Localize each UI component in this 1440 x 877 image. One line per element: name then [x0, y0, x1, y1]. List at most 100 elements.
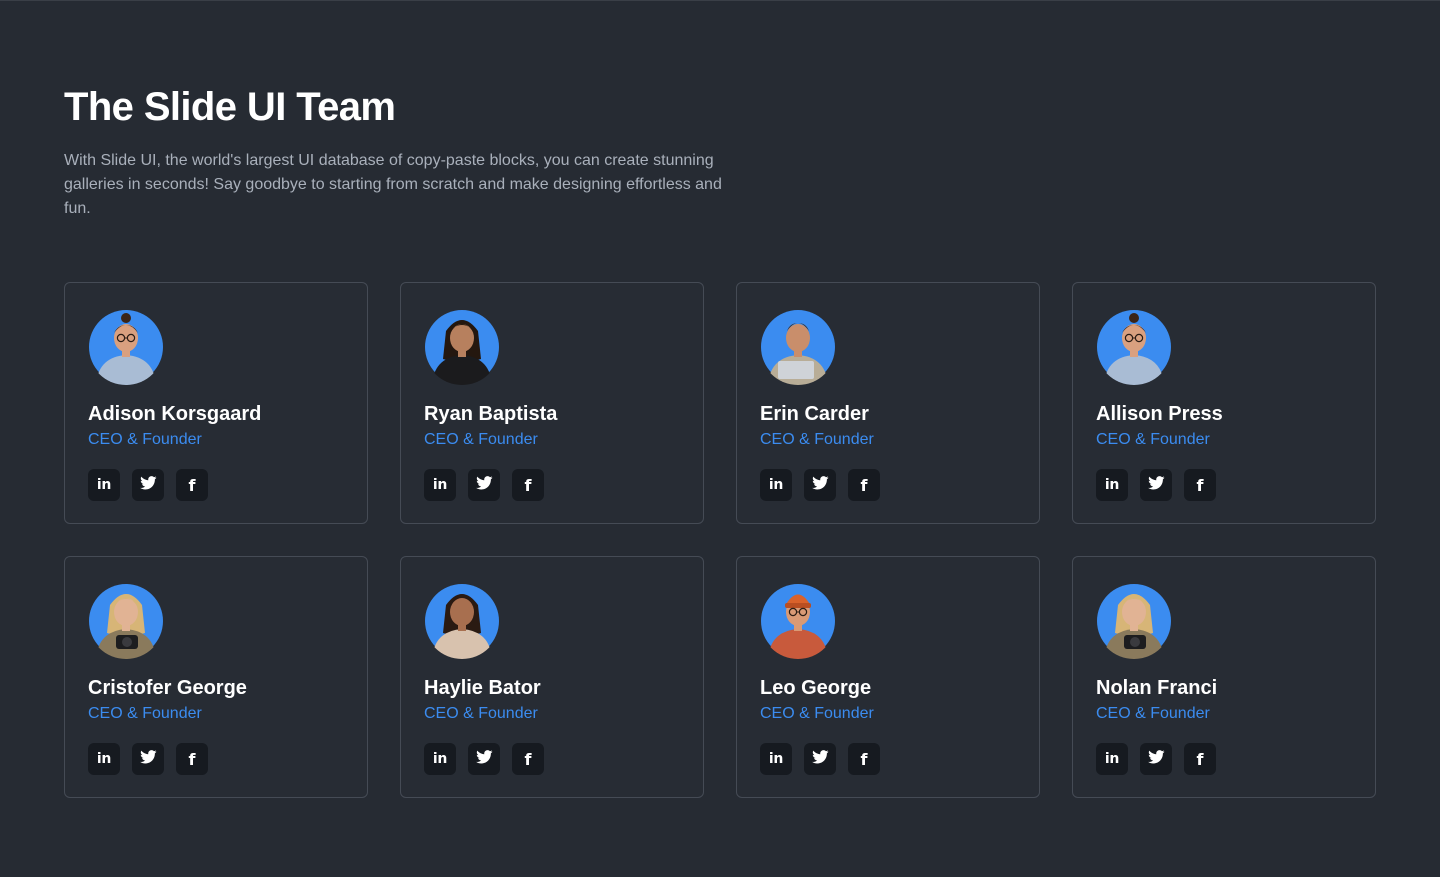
- facebook-button[interactable]: f: [1184, 743, 1216, 775]
- twitter-icon: [1147, 749, 1165, 769]
- facebook-icon: f: [1196, 749, 1204, 769]
- facebook-button[interactable]: f: [1184, 469, 1216, 501]
- linkedin-icon: in: [1104, 477, 1120, 493]
- social-links: in f: [88, 743, 344, 775]
- page-title: The Slide UI Team: [64, 85, 396, 129]
- linkedin-icon: in: [96, 477, 112, 493]
- member-card: Haylie Bator CEO & Founder in f: [400, 556, 704, 798]
- avatar-image: [1097, 310, 1171, 385]
- member-card: Ryan Baptista CEO & Founder in f: [400, 282, 704, 524]
- facebook-button[interactable]: f: [848, 743, 880, 775]
- linkedin-button[interactable]: in: [88, 743, 120, 775]
- avatar: [1096, 579, 1172, 659]
- avatar-image: [761, 584, 835, 659]
- team-grid: Adison Korsgaard CEO & Founder in f Ryan…: [64, 282, 1376, 798]
- social-links: in f: [424, 469, 680, 501]
- facebook-icon: f: [524, 749, 532, 769]
- member-name: Adison Korsgaard: [88, 403, 262, 425]
- team-page: The Slide UI Team With Slide UI, the wor…: [0, 0, 1440, 877]
- member-role: CEO & Founder: [424, 705, 538, 722]
- twitter-button[interactable]: [468, 469, 500, 501]
- avatar: [424, 579, 500, 659]
- avatar-image: [761, 310, 835, 385]
- twitter-icon: [475, 475, 493, 495]
- twitter-icon: [1147, 475, 1165, 495]
- member-role: CEO & Founder: [88, 705, 202, 722]
- facebook-button[interactable]: f: [176, 469, 208, 501]
- facebook-icon: f: [860, 475, 868, 495]
- member-name: Leo George: [760, 677, 872, 699]
- linkedin-icon: in: [432, 751, 448, 767]
- twitter-icon: [811, 749, 829, 769]
- member-card: Nolan Franci CEO & Founder in f: [1072, 556, 1376, 798]
- avatar: [760, 305, 836, 385]
- twitter-button[interactable]: [468, 743, 500, 775]
- linkedin-button[interactable]: in: [424, 743, 456, 775]
- member-card: Leo George CEO & Founder in f: [736, 556, 1040, 798]
- member-name: Haylie Bator: [424, 677, 541, 699]
- twitter-button[interactable]: [804, 469, 836, 501]
- member-card: Erin Carder CEO & Founder in f: [736, 282, 1040, 524]
- social-links: in f: [424, 743, 680, 775]
- linkedin-icon: in: [768, 477, 784, 493]
- facebook-icon: f: [524, 475, 532, 495]
- twitter-button[interactable]: [132, 743, 164, 775]
- linkedin-icon: in: [96, 751, 112, 767]
- twitter-button[interactable]: [1140, 743, 1172, 775]
- linkedin-button[interactable]: in: [760, 743, 792, 775]
- member-card: Allison Press CEO & Founder in f: [1072, 282, 1376, 524]
- linkedin-button[interactable]: in: [1096, 469, 1128, 501]
- member-name: Cristofer George: [88, 677, 247, 699]
- avatar-image: [425, 310, 499, 385]
- member-role: CEO & Founder: [1096, 431, 1210, 448]
- linkedin-button[interactable]: in: [1096, 743, 1128, 775]
- member-card: Cristofer George CEO & Founder in f: [64, 556, 368, 798]
- facebook-button[interactable]: f: [176, 743, 208, 775]
- member-role: CEO & Founder: [760, 431, 874, 448]
- member-name: Allison Press: [1096, 403, 1223, 425]
- avatar: [88, 579, 164, 659]
- social-links: in f: [1096, 469, 1352, 501]
- twitter-button[interactable]: [804, 743, 836, 775]
- linkedin-icon: in: [768, 751, 784, 767]
- member-role: CEO & Founder: [760, 705, 874, 722]
- member-name: Erin Carder: [760, 403, 869, 425]
- avatar: [1096, 305, 1172, 385]
- social-links: in f: [1096, 743, 1352, 775]
- member-card: Adison Korsgaard CEO & Founder in f: [64, 282, 368, 524]
- facebook-button[interactable]: f: [512, 743, 544, 775]
- avatar: [760, 579, 836, 659]
- linkedin-icon: in: [432, 477, 448, 493]
- linkedin-button[interactable]: in: [760, 469, 792, 501]
- avatar-image: [425, 584, 499, 659]
- social-links: in f: [88, 469, 344, 501]
- member-name: Ryan Baptista: [424, 403, 558, 425]
- twitter-button[interactable]: [132, 469, 164, 501]
- facebook-icon: f: [188, 475, 196, 495]
- team-header: The Slide UI Team With Slide UI, the wor…: [64, 83, 724, 221]
- avatar: [424, 305, 500, 385]
- linkedin-button[interactable]: in: [424, 469, 456, 501]
- member-role: CEO & Founder: [88, 431, 202, 448]
- twitter-button[interactable]: [1140, 469, 1172, 501]
- facebook-icon: f: [860, 749, 868, 769]
- facebook-button[interactable]: f: [848, 469, 880, 501]
- member-role: CEO & Founder: [424, 431, 538, 448]
- facebook-button[interactable]: f: [512, 469, 544, 501]
- linkedin-icon: in: [1104, 751, 1120, 767]
- avatar-image: [1097, 584, 1171, 659]
- linkedin-button[interactable]: in: [88, 469, 120, 501]
- member-role: CEO & Founder: [1096, 705, 1210, 722]
- avatar: [88, 305, 164, 385]
- page-description: With Slide UI, the world's largest UI da…: [64, 152, 722, 217]
- twitter-icon: [811, 475, 829, 495]
- member-name: Nolan Franci: [1096, 677, 1218, 699]
- social-links: in f: [760, 469, 1016, 501]
- avatar-image: [89, 310, 163, 385]
- social-links: in f: [760, 743, 1016, 775]
- facebook-icon: f: [1196, 475, 1204, 495]
- twitter-icon: [139, 749, 157, 769]
- twitter-icon: [139, 475, 157, 495]
- twitter-icon: [475, 749, 493, 769]
- avatar-image: [89, 584, 163, 659]
